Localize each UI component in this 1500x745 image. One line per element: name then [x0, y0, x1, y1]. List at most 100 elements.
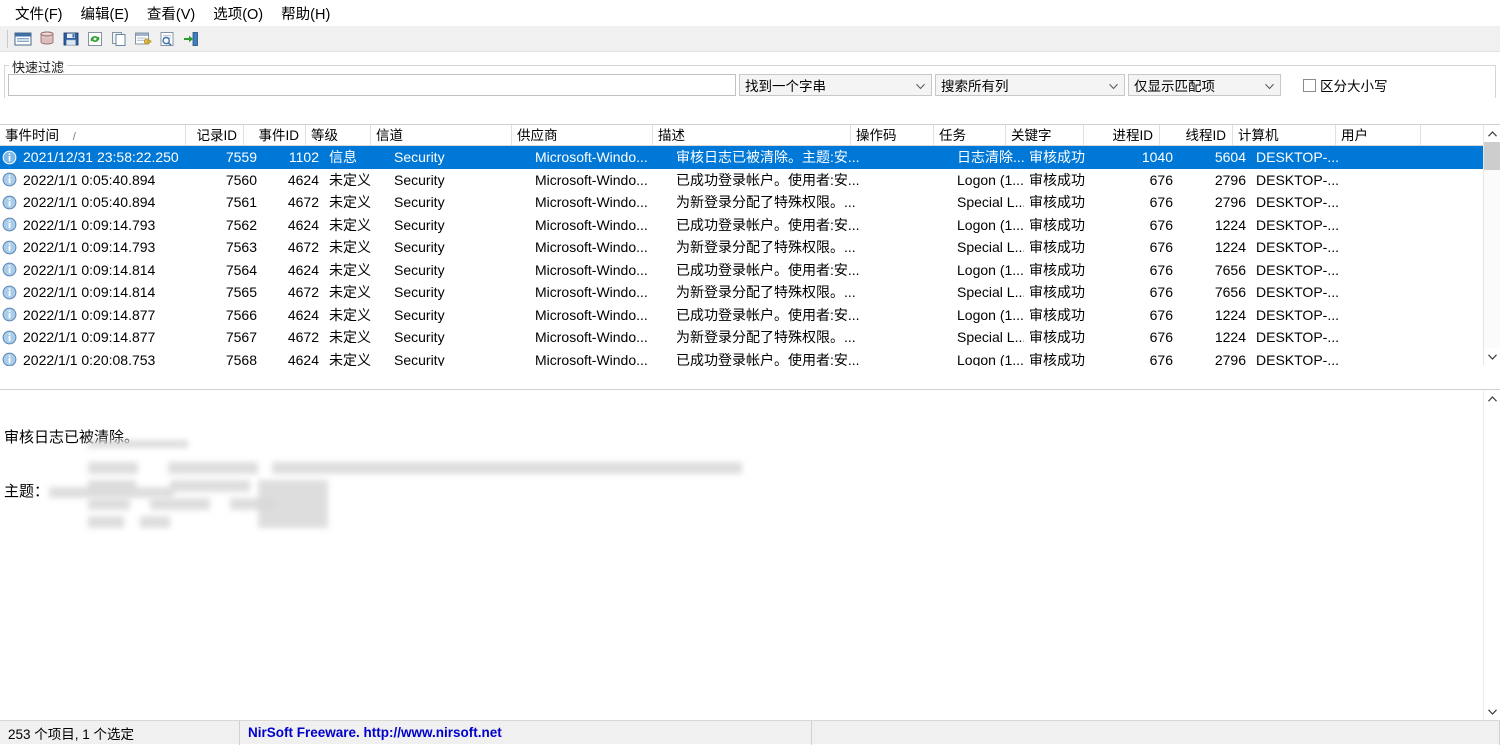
select-event-sources-button[interactable] [11, 28, 35, 50]
status-nirsoft-link[interactable]: NirSoft Freeware. http://www.nirsoft.net [240, 721, 812, 745]
cell-desc: 已成功登录帐户。使用者:安... [671, 169, 869, 191]
info-icon [0, 352, 18, 366]
quick-filter-row: 找到一个字串 搜索所有列 仅显示匹配项 区分大小写 [8, 74, 1492, 96]
info-icon [0, 150, 18, 165]
match-mode-dropdown[interactable]: 找到一个字串 [739, 74, 932, 96]
column-header-user[interactable]: 用户 [1336, 125, 1421, 145]
cell-task: Logon (1... [952, 259, 1024, 281]
table-row[interactable]: 2022/1/1 0:20:08.75375684624未定义SecurityM… [0, 349, 1500, 367]
refresh-button[interactable] [83, 28, 107, 50]
menu-help[interactable]: 帮助(H) [272, 0, 339, 27]
quick-filter-input[interactable] [8, 74, 736, 96]
chevron-down-icon [916, 78, 925, 93]
table-row[interactable]: 2021/12/31 23:58:22.25075591102信息Securit… [0, 146, 1500, 169]
cell-tid: 7656 [1178, 281, 1251, 303]
column-header-opcode[interactable]: 操作码 [851, 125, 934, 145]
detail-scroll-up-icon[interactable] [1484, 390, 1500, 407]
cell-key: 审核成功 [1024, 259, 1102, 281]
cell-tid: 1224 [1178, 236, 1251, 258]
detail-vertical-scrollbar[interactable] [1483, 390, 1500, 720]
scroll-up-icon[interactable] [1484, 125, 1500, 142]
cell-task: Logon (1... [952, 169, 1024, 191]
column-header-thread-id[interactable]: 线程ID [1160, 125, 1233, 145]
cell-key: 审核成功 [1024, 304, 1102, 326]
redacted-line [170, 480, 250, 492]
redacted-line [272, 462, 742, 474]
table-row[interactable]: 2022/1/1 0:05:40.89475614672未定义SecurityM… [0, 191, 1500, 214]
cell-time: 2022/1/1 0:09:14.877 [18, 326, 204, 348]
menu-view[interactable]: 查看(V) [138, 0, 204, 27]
cell-task: Special L... [952, 236, 1024, 258]
table-row[interactable]: 2022/1/1 0:09:14.81475654672未定义SecurityM… [0, 281, 1500, 304]
table-row[interactable]: 2022/1/1 0:09:14.87775674672未定义SecurityM… [0, 326, 1500, 349]
redacted-line [150, 498, 210, 510]
cell-recid: 7566 [204, 304, 262, 326]
cell-comp: DESKTOP-... [1251, 191, 1354, 213]
cell-time: 2021/12/31 23:58:22.250 [18, 146, 204, 168]
cell-pid: 676 [1102, 326, 1178, 348]
chevron-down-icon [1265, 78, 1274, 93]
cell-chan: Security [389, 349, 530, 366]
nirsoft-link-text[interactable]: NirSoft Freeware. http://www.nirsoft.net [248, 725, 502, 740]
column-header-process-id[interactable]: 进程ID [1084, 125, 1160, 145]
table-row[interactable]: 2022/1/1 0:09:14.87775664624未定义SecurityM… [0, 304, 1500, 327]
table-row[interactable]: 2022/1/1 0:09:14.79375634672未定义SecurityM… [0, 236, 1500, 259]
cell-time: 2022/1/1 0:05:40.894 [18, 191, 204, 213]
column-header-time[interactable]: 事件时间 / [0, 125, 186, 145]
event-detail-pane[interactable]: 审核日志已被清除。 主题： [0, 389, 1500, 720]
save-selected-items-button[interactable] [59, 28, 83, 50]
menu-options[interactable]: 选项(O) [204, 0, 272, 27]
column-header-record-id[interactable]: 记录ID [186, 125, 244, 145]
column-header-provider[interactable]: 供应商 [512, 125, 653, 145]
chevron-down-icon [1109, 78, 1118, 93]
info-icon [0, 262, 18, 277]
display-mode-dropdown[interactable]: 仅显示匹配项 [1128, 74, 1281, 96]
toolbar [0, 26, 1500, 52]
cell-desc: 为新登录分配了特殊权限。... [671, 191, 869, 213]
exit-button[interactable] [179, 28, 203, 50]
cell-task: Special L... [952, 191, 1024, 213]
status-filler [812, 721, 1500, 745]
event-list-view[interactable]: 事件时间 / 记录ID 事件ID 等级 信道 供应商 描述 操作码 任务 关键字… [0, 124, 1500, 386]
case-sensitive-checkbox[interactable]: 区分大小写 [1303, 75, 1388, 95]
column-header-task[interactable]: 任务 [934, 125, 1006, 145]
cell-level: 未定义 [324, 259, 389, 281]
table-row[interactable]: 2022/1/1 0:09:14.79375624624未定义SecurityM… [0, 214, 1500, 237]
detail-scroll-down-icon[interactable] [1484, 703, 1500, 720]
load-events-button[interactable] [35, 28, 59, 50]
column-header-description[interactable]: 描述 [653, 125, 851, 145]
cell-recid: 7567 [204, 326, 262, 348]
redacted-line [168, 462, 258, 474]
copy-button[interactable] [107, 28, 131, 50]
cell-key: 审核成功 [1024, 169, 1102, 191]
properties-button[interactable] [131, 28, 155, 50]
table-row[interactable]: 2022/1/1 0:05:40.89475604624未定义SecurityM… [0, 169, 1500, 192]
cell-key: 审核成功 [1024, 146, 1102, 168]
info-icon [0, 172, 18, 187]
column-scope-dropdown[interactable]: 搜索所有列 [935, 74, 1125, 96]
column-header-event-id[interactable]: 事件ID [244, 125, 306, 145]
cell-tid: 2796 [1178, 169, 1251, 191]
column-header-keywords[interactable]: 关键字 [1006, 125, 1084, 145]
sort-indicator-icon: / [73, 128, 76, 145]
table-row[interactable]: 2022/1/1 0:09:14.81475644624未定义SecurityM… [0, 259, 1500, 282]
column-header-level[interactable]: 等级 [306, 125, 371, 145]
scroll-thumb[interactable] [1484, 142, 1500, 170]
scroll-track[interactable] [1484, 142, 1500, 348]
html-report-button[interactable] [155, 28, 179, 50]
scroll-down-icon[interactable] [1484, 348, 1500, 365]
cell-recid: 7564 [204, 259, 262, 281]
cell-recid: 7559 [204, 146, 262, 168]
cell-prov: Microsoft-Windo... [530, 191, 671, 213]
cell-comp: DESKTOP-... [1251, 349, 1354, 366]
list-vertical-scrollbar[interactable] [1483, 125, 1500, 365]
cell-desc: 为新登录分配了特殊权限。... [671, 326, 869, 348]
menu-file[interactable]: 文件(F) [6, 0, 72, 27]
cell-evtid: 4624 [262, 259, 324, 281]
cell-task: Logon (1... [952, 349, 1024, 366]
column-header-channel[interactable]: 信道 [371, 125, 512, 145]
info-icon [0, 217, 18, 232]
menu-edit[interactable]: 编辑(E) [72, 0, 138, 27]
cell-desc: 已成功登录帐户。使用者:安... [671, 214, 869, 236]
column-header-computer[interactable]: 计算机 [1233, 125, 1336, 145]
